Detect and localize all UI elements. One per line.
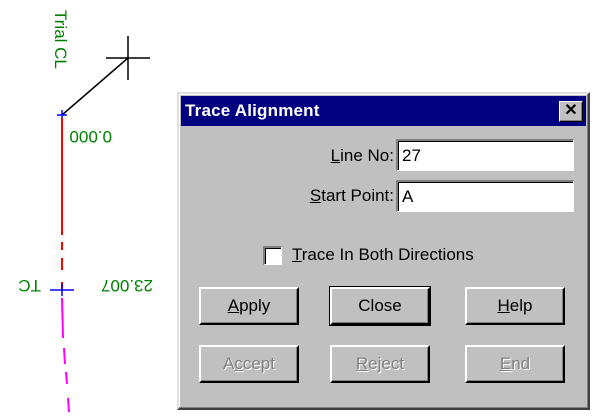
magenta-curve <box>61 297 70 413</box>
dialog-titlebar[interactable]: Trace Alignment ✕ <box>181 96 586 126</box>
tc-tick-marker <box>50 284 74 296</box>
line-no-label: Line No: <box>330 146 394 165</box>
trace-alignment-dialog: Trace Alignment ✕ Line No: Start Point: … <box>177 92 590 410</box>
end-button: End <box>465 345 565 383</box>
start-point-input[interactable] <box>396 180 574 212</box>
help-button[interactable]: Help <box>465 287 565 325</box>
line-no-input[interactable] <box>396 139 574 171</box>
trace-both-directions-label: Trace In Both Directions <box>292 245 474 264</box>
station-tc-label: 23.007 <box>101 276 153 295</box>
station-start-label: 0.000 <box>69 127 112 146</box>
accept-button: Accept <box>199 345 299 383</box>
close-icon[interactable]: ✕ <box>559 101 583 122</box>
crosshair-cursor-icon <box>106 36 150 80</box>
trace-both-directions-checkbox[interactable] <box>263 246 282 265</box>
close-button[interactable]: Close <box>329 286 431 326</box>
trial-line-segment <box>61 57 129 116</box>
trial-cl-label: Trial CL <box>51 10 70 69</box>
reject-button: Reject <box>330 345 430 383</box>
apply-button[interactable]: Apply <box>199 287 299 325</box>
start-point-label: Start Point: <box>309 186 394 205</box>
dialog-title: Trace Alignment <box>185 101 320 120</box>
tc-label: TC <box>18 276 41 295</box>
